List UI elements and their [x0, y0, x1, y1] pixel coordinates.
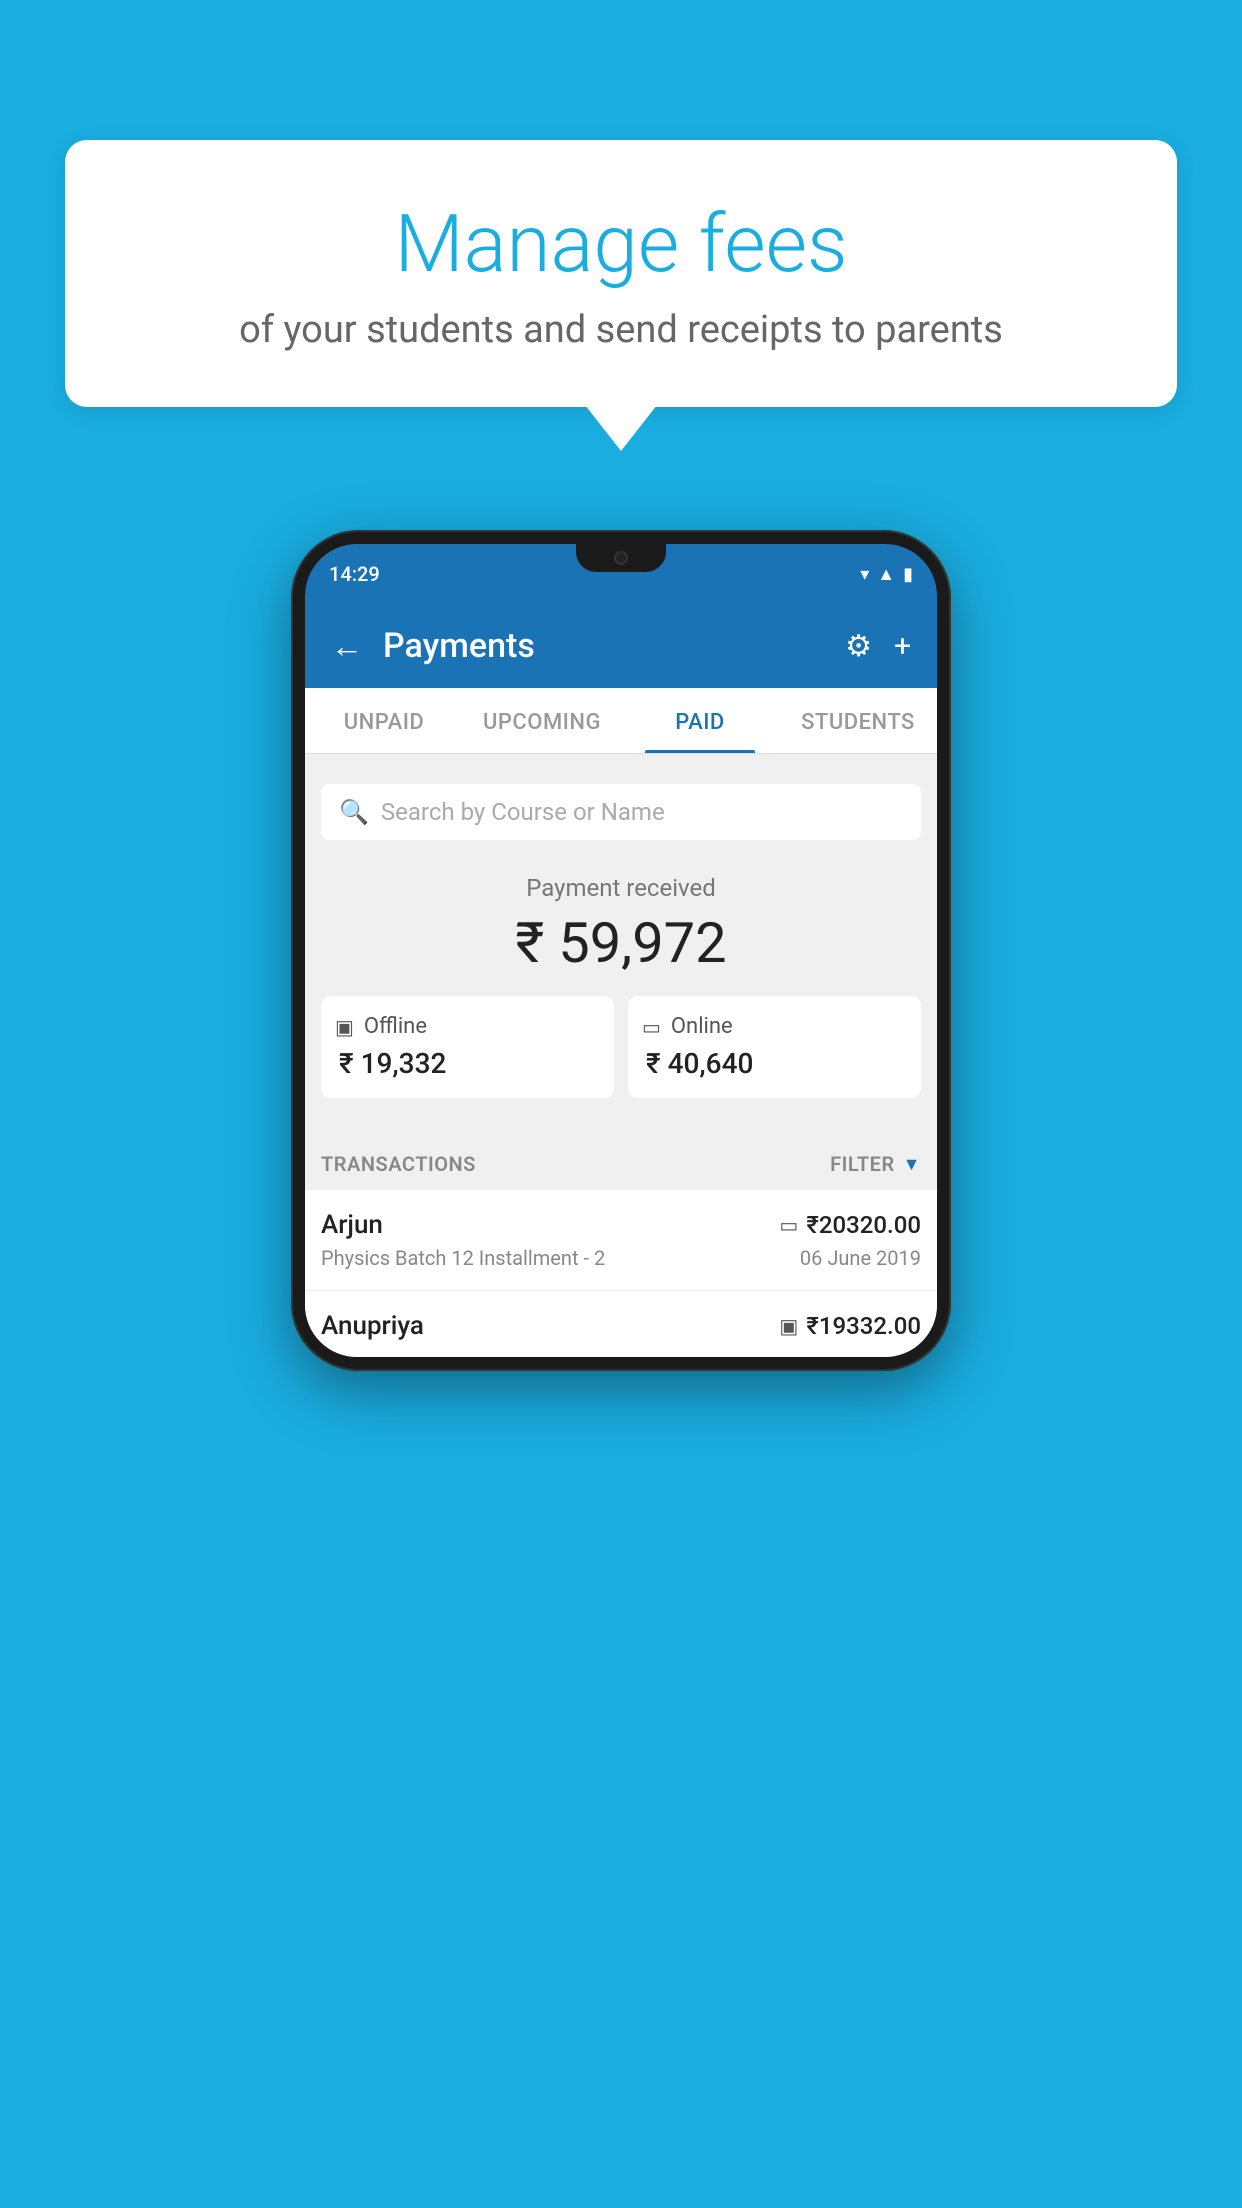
- header-actions: ⚙ +: [845, 629, 911, 664]
- transactions-header: TRANSACTIONS FILTER ▼: [305, 1138, 937, 1190]
- tx-amount-2: ₹19332.00: [806, 1312, 921, 1340]
- signal-icon: ▲: [877, 564, 895, 585]
- tx-date-1: 06 June 2019: [800, 1246, 921, 1270]
- tx-cash-icon-2: ▣: [779, 1314, 798, 1338]
- payment-summary: Payment received ₹ 59,972 ▣ Offline ₹ 19…: [305, 850, 937, 1138]
- bubble-title: Manage fees: [115, 200, 1127, 288]
- online-icon: ▭: [642, 1015, 661, 1039]
- payment-total-amount: ₹ 59,972: [321, 910, 921, 976]
- filter-label: FILTER: [830, 1152, 895, 1176]
- app-header: ← Payments ⚙ +: [305, 604, 937, 688]
- offline-amount: ₹ 19,332: [335, 1047, 600, 1080]
- payment-received-label: Payment received: [321, 874, 921, 902]
- battery-icon: ▮: [903, 564, 913, 585]
- offline-label: Offline: [364, 1014, 427, 1039]
- bubble-subtitle: of your students and send receipts to pa…: [115, 308, 1127, 352]
- online-label: Online: [671, 1014, 733, 1039]
- add-icon[interactable]: +: [894, 629, 911, 664]
- back-button[interactable]: ←: [331, 627, 363, 665]
- tab-unpaid[interactable]: UNPAID: [305, 688, 463, 753]
- filter-button[interactable]: FILTER ▼: [830, 1152, 921, 1176]
- speech-bubble: Manage fees of your students and send re…: [65, 140, 1177, 407]
- tx-name-1: Arjun: [321, 1210, 383, 1240]
- tx-amount-1: ₹20320.00: [806, 1211, 921, 1239]
- tab-paid[interactable]: PAID: [621, 688, 779, 753]
- status-bar: 14:29 ▾ ▲ ▮: [305, 544, 937, 604]
- tx-name-2: Anupriya: [321, 1311, 424, 1341]
- tab-upcoming[interactable]: UPCOMING: [463, 688, 621, 753]
- tx-course-1: Physics Batch 12 Installment - 2: [321, 1246, 605, 1270]
- tx-card-icon-1: ▭: [779, 1213, 798, 1237]
- phone-screen: ← Payments ⚙ + UNPAID UPCOMING PAID STUD…: [305, 604, 937, 1357]
- offline-card: ▣ Offline ₹ 19,332: [321, 996, 614, 1098]
- online-card: ▭ Online ₹ 40,640: [628, 996, 921, 1098]
- phone-frame-wrapper: 14:29 ▾ ▲ ▮ ← Payments ⚙ +: [291, 530, 951, 1371]
- payment-method-cards: ▣ Offline ₹ 19,332 ▭ Online ₹ 40,640: [321, 996, 921, 1118]
- phone-frame: 14:29 ▾ ▲ ▮ ← Payments ⚙ +: [291, 530, 951, 1371]
- wifi-icon: ▾: [860, 564, 869, 585]
- search-bar[interactable]: 🔍 Search by Course or Name: [321, 784, 921, 840]
- search-icon: 🔍: [339, 798, 369, 826]
- page-title: Payments: [383, 626, 825, 666]
- tab-students[interactable]: STUDENTS: [779, 688, 937, 753]
- tabs-bar: UNPAID UPCOMING PAID STUDENTS: [305, 688, 937, 754]
- tx-amount-wrap-1: ▭ ₹20320.00: [779, 1211, 921, 1239]
- transaction-row-partial[interactable]: Anupriya ▣ ₹19332.00: [305, 1291, 937, 1357]
- filter-icon: ▼: [903, 1154, 921, 1175]
- online-amount: ₹ 40,640: [642, 1047, 907, 1080]
- tx-amount-wrap-2: ▣ ₹19332.00: [779, 1312, 921, 1340]
- settings-icon[interactable]: ⚙: [845, 629, 872, 664]
- transaction-row[interactable]: Arjun ▭ ₹20320.00 Physics Batch 12 Insta…: [305, 1190, 937, 1291]
- offline-icon: ▣: [335, 1015, 354, 1039]
- search-placeholder: Search by Course or Name: [381, 798, 665, 826]
- status-icons: ▾ ▲ ▮: [860, 564, 913, 585]
- transactions-label: TRANSACTIONS: [321, 1152, 476, 1176]
- status-time: 14:29: [329, 562, 380, 586]
- phone-notch: [576, 544, 666, 572]
- camera: [614, 551, 628, 565]
